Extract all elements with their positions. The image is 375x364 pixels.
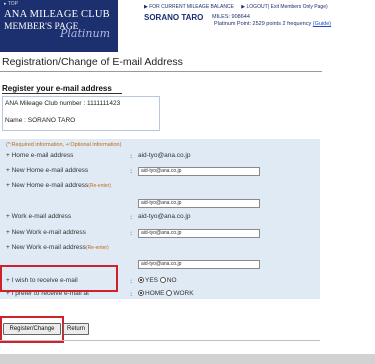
- form-legend: (*:Required information, +:Optional info…: [6, 142, 122, 148]
- section-heading: Register your e-mail address: [2, 84, 112, 93]
- work-email-value: aid-tyo@ana.co.jp: [138, 213, 191, 220]
- home-email-value: aid-tyo@ana.co.jp: [138, 152, 191, 159]
- new-work-email-label: + New Work e-mail address: [6, 229, 86, 236]
- new-work-email-reenter-input[interactable]: aid-tyo@ana.co.jp: [138, 260, 260, 269]
- new-home-email-reenter-row: + New Home e-mail address(Re-enter): [6, 181, 316, 193]
- return-button[interactable]: Return: [63, 323, 89, 335]
- new-work-email-row: + New Work e-mail address : aid-tyo@ana.…: [6, 228, 316, 240]
- miles-count: MILES: 908644: [212, 14, 250, 20]
- page-title: Registration/Change of E-mail Address: [2, 56, 183, 68]
- register-change-button[interactable]: Register/Change: [3, 323, 61, 335]
- colon: :: [130, 152, 133, 160]
- prefer-email-radios: HOME WORK: [138, 290, 194, 297]
- home-label: HOME: [145, 290, 165, 297]
- colon: :: [130, 229, 133, 237]
- yes-label: YES: [145, 277, 159, 284]
- home-email-label: + Home e-mail address: [6, 152, 74, 159]
- colon: :: [130, 277, 133, 285]
- work-email-label: + Work e-mail address: [6, 213, 72, 220]
- label-text: + New Home e-mail address: [6, 182, 89, 189]
- guide-link[interactable]: (Guide): [313, 21, 331, 27]
- member-name-row: Name : SORANO TARO: [5, 117, 76, 124]
- top-link[interactable]: ▸ TOP: [4, 1, 18, 7]
- new-home-email-input[interactable]: aid-tyo@ana.co.jp: [138, 167, 260, 176]
- new-work-email-input[interactable]: aid-tyo@ana.co.jp: [138, 229, 260, 238]
- label-text: + New Work e-mail address: [6, 244, 86, 251]
- member-info-box: ANA Mileage Club number : 1111111423 Nam…: [2, 96, 160, 131]
- no-label: NO: [166, 277, 177, 284]
- receive-email-radios: YES NO: [138, 277, 177, 284]
- colon: :: [130, 213, 133, 221]
- site-header: ▸ TOP ANA MILEAGE CLUB MEMBER'S PAGE Pla…: [0, 0, 375, 52]
- new-home-email-label: + New Home e-mail address: [6, 167, 89, 174]
- new-work-email-reenter-label: + New Work e-mail address(Re-enter): [6, 244, 109, 251]
- tier-label: Platinum: [60, 27, 111, 40]
- reenter-note: (Re-enter): [85, 245, 109, 251]
- new-home-email-reenter-input[interactable]: aid-tyo@ana.co.jp: [138, 199, 260, 208]
- mileage-balance-link[interactable]: ▶ FOR CURRENT MILEAGE BALANCE: [144, 4, 234, 10]
- receive-yes-radio[interactable]: [138, 277, 144, 283]
- prefer-home-radio[interactable]: [138, 290, 144, 296]
- footer-bar: [0, 354, 375, 364]
- header-links: ▶ FOR CURRENT MILEAGE BALANCE ▶ LOGOUT( …: [144, 4, 334, 10]
- points-text: Platinum Point: 2529 points 2 frequency: [214, 21, 312, 27]
- work-label: WORK: [173, 290, 194, 297]
- section-divider: [2, 93, 122, 94]
- receive-no-radio[interactable]: [159, 277, 166, 283]
- colon: :: [130, 167, 133, 175]
- receive-email-highlight: [0, 265, 118, 292]
- prefer-work-radio[interactable]: [166, 290, 173, 296]
- member-number: ANA Mileage Club number : 1111111423: [5, 100, 121, 107]
- new-work-email-reenter-row: + New Work e-mail address(Re-enter): [6, 243, 316, 255]
- colon: :: [130, 290, 133, 298]
- bottom-divider: [0, 340, 320, 341]
- new-home-email-row: + New Home e-mail address : aid-tyo@ana.…: [6, 166, 316, 178]
- member-name: SORANO TARO: [144, 13, 204, 22]
- logout-link[interactable]: ▶ LOGOUT( Exit Members Only Page): [241, 4, 327, 10]
- title-divider: [0, 71, 322, 72]
- home-email-row: + Home e-mail address : aid-tyo@ana.co.j…: [6, 151, 316, 163]
- work-email-row: + Work e-mail address : aid-tyo@ana.co.j…: [6, 212, 316, 224]
- reenter-note: (Re-enter): [88, 183, 111, 189]
- brand-title: ANA MILEAGE CLUB: [4, 9, 110, 20]
- member-info: ▶ FOR CURRENT MILEAGE BALANCE ▶ LOGOUT( …: [118, 0, 375, 52]
- new-home-email-reenter-label: + New Home e-mail address(Re-enter): [6, 182, 111, 189]
- brand-logo[interactable]: ▸ TOP ANA MILEAGE CLUB MEMBER'S PAGE Pla…: [0, 0, 118, 52]
- platinum-points: Platinum Point: 2529 points 2 frequency …: [214, 21, 331, 27]
